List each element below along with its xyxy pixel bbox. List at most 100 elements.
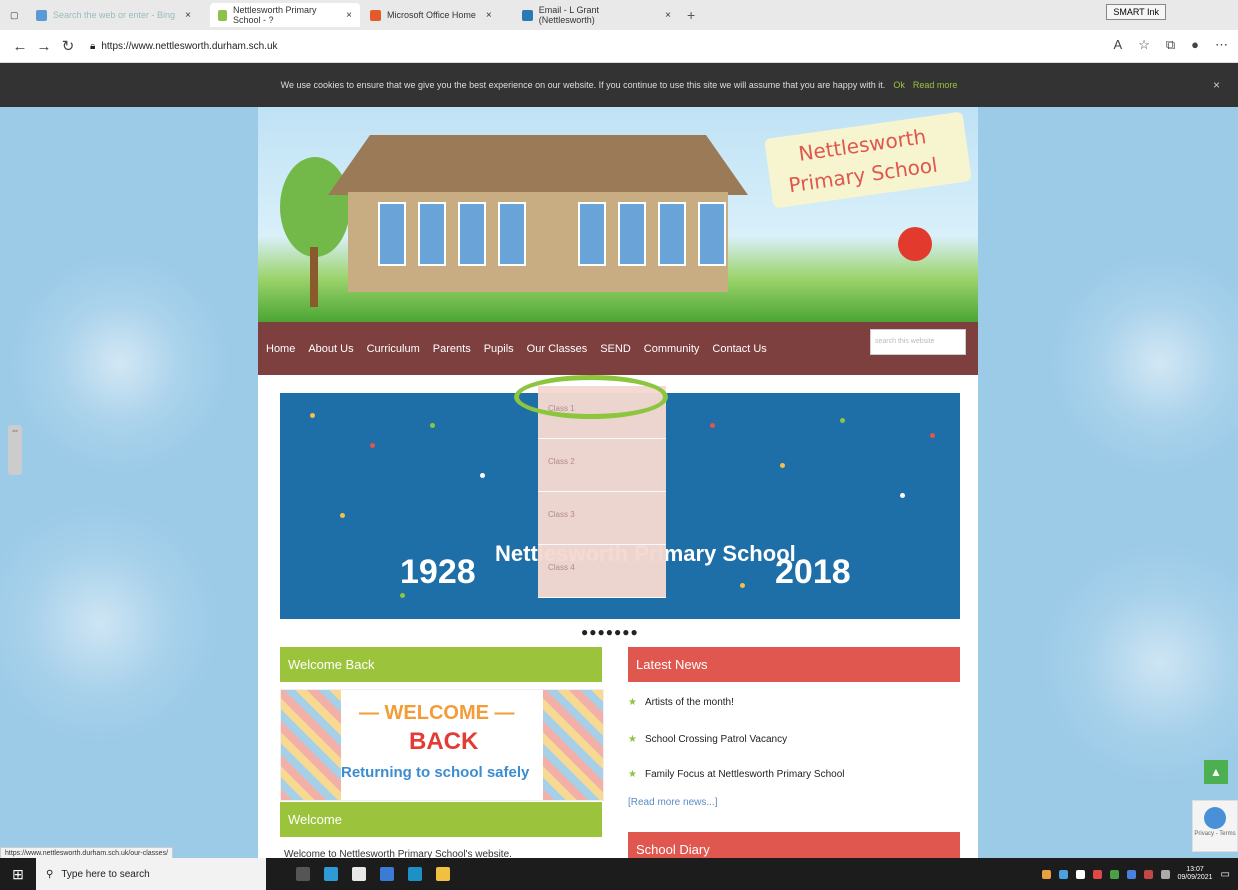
- tab-label: Nettlesworth Primary School - ?: [232, 5, 317, 25]
- address-bar: ← → ↻ 🔒︎ https://www.nettlesworth.durham…: [0, 30, 1238, 63]
- nav-item-about-us[interactable]: About Us: [308, 343, 353, 355]
- forward-arrow-icon[interactable]: →: [32, 38, 56, 55]
- taskbar-search-box[interactable]: ⚲ Type here to search: [36, 858, 266, 890]
- news-item[interactable]: ★ School Crossing Patrol Vacancy: [628, 734, 787, 745]
- star-bullet-icon: ★: [628, 697, 637, 708]
- cookie-message: We use cookies to ensure that we give yo…: [280, 80, 886, 90]
- outlook-icon: [522, 9, 533, 21]
- news-item[interactable]: ★ Family Focus at Nettlesworth Primary S…: [628, 769, 844, 780]
- nav-item-home[interactable]: Home: [266, 343, 295, 355]
- tray-app-icon[interactable]: [1109, 869, 1119, 879]
- windows-start-icon[interactable]: ⊞: [0, 866, 36, 883]
- cookie-banner: We use cookies to ensure that we give yo…: [0, 63, 1238, 107]
- search-icon: ⚲: [46, 868, 54, 880]
- collections-icon[interactable]: ⧉: [1166, 37, 1175, 53]
- news-item-link[interactable]: School Crossing Patrol Vacancy: [645, 734, 787, 745]
- recaptcha-badge[interactable]: Privacy - Terms: [1192, 800, 1238, 852]
- lock-icon: 🔒︎: [90, 40, 96, 52]
- tray-app-icon[interactable]: [1058, 869, 1068, 879]
- cookie-read-more-link[interactable]: Read more: [913, 80, 958, 90]
- slide-year-left: 1928: [400, 553, 476, 591]
- slider-pager-dots[interactable]: ●●●●●●●: [581, 625, 639, 639]
- news-item-link[interactable]: Artists of the month!: [645, 697, 734, 708]
- confetti-dot: [930, 433, 935, 438]
- news-item-link[interactable]: Family Focus at Nettlesworth Primary Sch…: [645, 769, 845, 780]
- new-tab-button[interactable]: +: [687, 7, 695, 23]
- window-illustration: [658, 202, 686, 266]
- cookie-close-icon[interactable]: ×: [1213, 78, 1220, 92]
- office-icon: [370, 9, 381, 21]
- latest-news-heading: Latest News: [628, 647, 960, 682]
- confetti-dot: [430, 423, 435, 428]
- people-icon[interactable]: [352, 867, 366, 881]
- browser-tab-nettlesworth[interactable]: Nettlesworth Primary School - ? ×: [210, 3, 360, 27]
- dropdown-item-class-2[interactable]: Class 2: [538, 439, 666, 492]
- read-more-news-link[interactable]: [Read more news...]: [628, 797, 717, 808]
- scroll-to-top-button[interactable]: ▲: [1204, 760, 1228, 784]
- nav-item-curriculum[interactable]: Curriculum: [367, 343, 420, 355]
- site-header-banner: Nettlesworth Primary School: [258, 107, 978, 322]
- smart-ink-button[interactable]: SMART Ink: [1106, 4, 1166, 20]
- refresh-icon[interactable]: ↻: [56, 37, 80, 55]
- nav-item-send[interactable]: SEND: [600, 343, 631, 355]
- read-aloud-icon[interactable]: A͏: [1114, 37, 1123, 53]
- close-tab-icon[interactable]: ×: [346, 10, 352, 21]
- edge-icon[interactable]: [408, 867, 422, 881]
- nav-item-our-classes[interactable]: Our Classes: [527, 343, 588, 355]
- edge-browser-icon[interactable]: [324, 867, 338, 881]
- confetti-dot: [370, 443, 375, 448]
- side-panel-handle[interactable]: ⇔: [8, 425, 22, 475]
- store-icon[interactable]: [380, 867, 394, 881]
- browser-tab-office[interactable]: Microsoft Office Home ×: [362, 3, 512, 27]
- confetti-dot: [340, 513, 345, 518]
- news-item[interactable]: ★ Artists of the month!: [628, 697, 734, 708]
- taskbar-pinned-apps: [296, 867, 450, 881]
- close-tab-icon[interactable]: ×: [185, 10, 191, 21]
- tab-label: Search the web or enter - Bing: [53, 10, 176, 20]
- dropdown-item-class-3[interactable]: Class 3: [538, 492, 666, 545]
- site-container: Nettlesworth Primary School Home About U…: [258, 107, 978, 858]
- tray-app-icon[interactable]: [1092, 869, 1102, 879]
- confetti-dot: [480, 473, 485, 478]
- back-arrow-icon[interactable]: ←: [8, 38, 32, 55]
- star-bullet-icon: ★: [628, 769, 637, 780]
- tray-app-icon[interactable]: [1041, 869, 1051, 879]
- welcome-back-banner-image[interactable]: — WELCOME — BACK Returning to school saf…: [280, 689, 604, 801]
- browser-toolbar: A͏ ☆ ⧉ ● ⋯: [1114, 37, 1228, 53]
- network-icon[interactable]: [1160, 869, 1170, 879]
- confetti-dot: [710, 423, 715, 428]
- nav-item-pupils[interactable]: Pupils: [484, 343, 514, 355]
- browser-tab-bing[interactable]: Search the web or enter - Bing ×: [28, 3, 208, 27]
- cookie-ok-button[interactable]: Ok: [893, 80, 905, 90]
- browser-tab-email[interactable]: Email - L Grant (Nettlesworth) ×: [514, 3, 679, 27]
- close-tab-icon[interactable]: ×: [665, 10, 671, 21]
- nav-item-parents[interactable]: Parents: [433, 343, 471, 355]
- url-field[interactable]: 🔒︎ https://www.nettlesworth.durham.sch.u…: [90, 41, 278, 52]
- webpage-viewport: We use cookies to ensure that we give yo…: [0, 63, 1238, 858]
- nav-item-contact-us[interactable]: Contact Us: [712, 343, 766, 355]
- window-illustration: [618, 202, 646, 266]
- task-view-icon[interactable]: [296, 867, 310, 881]
- file-explorer-icon[interactable]: [436, 867, 450, 881]
- clock-date: 09/09/2021: [1177, 874, 1213, 881]
- tray-app-icon[interactable]: [1143, 869, 1153, 879]
- more-menu-icon[interactable]: ⋯: [1215, 37, 1228, 53]
- banner-returning-text: Returning to school safely: [341, 764, 530, 781]
- notifications-icon[interactable]: ▭: [1221, 869, 1230, 880]
- tray-app-icon[interactable]: [1126, 869, 1136, 879]
- dropdown-item-class-4[interactable]: Class 4: [538, 545, 666, 598]
- tray-app-icon[interactable]: [1075, 869, 1085, 879]
- recaptcha-icon: [1204, 807, 1226, 829]
- nav-item-community[interactable]: Community: [644, 343, 700, 355]
- tab-actions-button[interactable]: ▢: [2, 3, 26, 27]
- profile-avatar-icon[interactable]: ●: [1191, 37, 1199, 53]
- welcome-heading: Welcome: [280, 802, 602, 837]
- taskbar-clock[interactable]: 13:07 09/09/2021: [1178, 866, 1213, 882]
- school-diary-heading: School Diary: [628, 832, 960, 858]
- site-search-input[interactable]: search this website: [870, 329, 966, 355]
- window-illustration: [458, 202, 486, 266]
- window-illustration: [498, 202, 526, 266]
- favorites-star-icon[interactable]: ☆: [1138, 37, 1150, 53]
- window-illustration: [578, 202, 606, 266]
- close-tab-icon[interactable]: ×: [486, 10, 492, 21]
